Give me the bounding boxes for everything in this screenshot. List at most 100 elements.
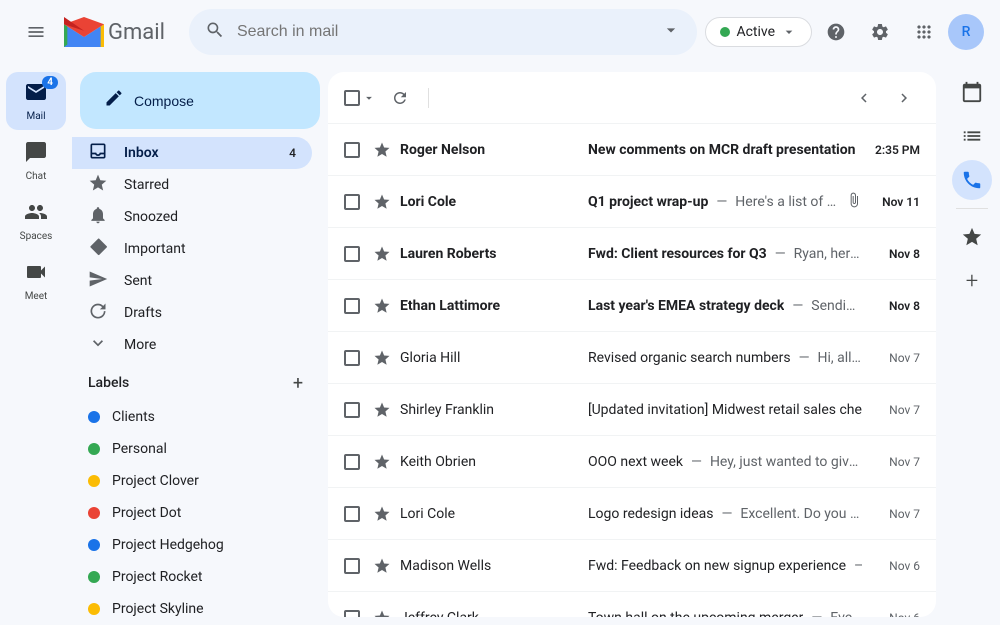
settings-button[interactable] bbox=[860, 12, 900, 52]
clients-dot bbox=[88, 411, 100, 423]
row-checkbox-area bbox=[344, 350, 364, 366]
labels-title: Labels bbox=[88, 375, 129, 391]
drafts-icon bbox=[88, 301, 108, 326]
label-personal[interactable]: Personal bbox=[72, 433, 312, 465]
row-checkbox[interactable] bbox=[344, 142, 360, 158]
row-sender: Gloria Hill bbox=[400, 350, 580, 366]
row-subject: Logo redesign ideas bbox=[588, 506, 713, 522]
sidebar-item-meet[interactable]: Meet bbox=[6, 252, 66, 310]
add-label-button[interactable]: + bbox=[284, 369, 312, 397]
row-star[interactable] bbox=[372, 505, 392, 523]
email-row[interactable]: Gloria Hill Revised organic search numbe… bbox=[328, 332, 936, 384]
row-checkbox[interactable] bbox=[344, 506, 360, 522]
refresh-button[interactable] bbox=[384, 82, 416, 114]
row-meta: Nov 7 bbox=[870, 403, 920, 417]
project-rocket-dot bbox=[88, 571, 100, 583]
email-list-container: Roger Nelson New comments on MCR draft p… bbox=[328, 72, 936, 617]
row-checkbox[interactable] bbox=[344, 194, 360, 210]
row-checkbox-area bbox=[344, 610, 364, 618]
nav-sent[interactable]: Sent bbox=[72, 265, 312, 297]
label-project-dot[interactable]: Project Dot bbox=[72, 497, 312, 529]
label-project-rocket[interactable]: Project Rocket bbox=[72, 561, 312, 593]
row-timestamp: Nov 6 bbox=[870, 559, 920, 573]
topbar: Gmail Active R bbox=[0, 0, 1000, 64]
email-row[interactable]: Jeffrey Clark Town hall on the upcoming … bbox=[328, 592, 936, 617]
row-star[interactable] bbox=[372, 193, 392, 211]
avatar[interactable]: R bbox=[948, 14, 984, 50]
row-meta: Nov 11 bbox=[846, 192, 920, 212]
mail-nav-label: Mail bbox=[26, 111, 45, 122]
sidebar-item-chat[interactable]: Chat bbox=[6, 132, 66, 190]
email-row[interactable]: Madison Wells Fwd: Feedback on new signu… bbox=[328, 540, 936, 592]
email-row[interactable]: Shirley Franklin [Updated invitation] Mi… bbox=[328, 384, 936, 436]
row-content: New comments on MCR draft presentation —… bbox=[588, 142, 862, 158]
nav-starred[interactable]: Starred bbox=[72, 169, 312, 201]
prev-page-button[interactable] bbox=[848, 82, 880, 114]
row-checkbox[interactable] bbox=[344, 298, 360, 314]
row-timestamp: Nov 8 bbox=[870, 247, 920, 261]
row-star[interactable] bbox=[372, 349, 392, 367]
row-timestamp: Nov 7 bbox=[870, 351, 920, 365]
row-checkbox[interactable] bbox=[344, 350, 360, 366]
row-star[interactable] bbox=[372, 297, 392, 315]
keep-button[interactable] bbox=[952, 217, 992, 257]
select-checkbox[interactable] bbox=[344, 90, 360, 106]
nav-inbox[interactable]: Inbox 4 bbox=[72, 137, 312, 169]
row-star[interactable] bbox=[372, 141, 392, 159]
active-dot bbox=[720, 27, 730, 37]
select-all-checkbox[interactable] bbox=[344, 82, 376, 114]
tasks-button[interactable] bbox=[952, 116, 992, 156]
row-checkbox[interactable] bbox=[344, 454, 360, 470]
row-snippet: Hey, just wanted to give you a heads up … bbox=[710, 454, 862, 470]
row-snippet: Hi, all–the table below contains the rev… bbox=[818, 350, 863, 366]
row-content: [Updated invitation] Midwest retail sale… bbox=[588, 402, 862, 418]
nav-important[interactable]: Important bbox=[72, 233, 312, 265]
sidebar-item-mail[interactable]: 4 Mail bbox=[6, 72, 66, 130]
help-button[interactable] bbox=[816, 12, 856, 52]
nav-drafts[interactable]: Drafts bbox=[72, 297, 312, 329]
project-dot-label: Project Dot bbox=[112, 505, 181, 521]
clients-label: Clients bbox=[112, 409, 155, 425]
label-project-hedgehog[interactable]: Project Hedgehog bbox=[72, 529, 312, 561]
row-snippet: Sending this out to anyone who missed… bbox=[811, 298, 862, 314]
row-timestamp: Nov 7 bbox=[870, 403, 920, 417]
snoozed-label: Snoozed bbox=[124, 209, 178, 225]
apps-button[interactable] bbox=[904, 12, 944, 52]
search-dropdown-icon[interactable] bbox=[661, 20, 681, 44]
compose-button[interactable]: Compose bbox=[80, 72, 320, 129]
row-checkbox[interactable] bbox=[344, 558, 360, 574]
row-checkbox[interactable] bbox=[344, 610, 360, 618]
search-input[interactable] bbox=[237, 23, 649, 41]
row-star[interactable] bbox=[372, 401, 392, 419]
email-row[interactable]: Lauren Roberts Fwd: Client resources for… bbox=[328, 228, 936, 280]
row-star[interactable] bbox=[372, 245, 392, 263]
email-row[interactable]: Ethan Lattimore Last year's EMEA strateg… bbox=[328, 280, 936, 332]
more-apps-button[interactable]: + bbox=[952, 261, 992, 301]
row-star[interactable] bbox=[372, 557, 392, 575]
label-clients[interactable]: Clients bbox=[72, 401, 312, 433]
more-label: More bbox=[124, 337, 156, 353]
row-content: Town hall on the upcoming merger — Every… bbox=[588, 610, 862, 618]
labels-header: Labels + bbox=[72, 361, 328, 401]
label-project-clover[interactable]: Project Clover bbox=[72, 465, 312, 497]
row-checkbox[interactable] bbox=[344, 402, 360, 418]
email-row[interactable]: Keith Obrien OOO next week — Hey, just w… bbox=[328, 436, 936, 488]
email-row[interactable]: Lori Cole Q1 project wrap-up — Here's a … bbox=[328, 176, 936, 228]
active-status-button[interactable]: Active bbox=[705, 17, 812, 47]
row-star[interactable] bbox=[372, 609, 392, 618]
email-row[interactable]: Lori Cole Logo redesign ideas — Excellen… bbox=[328, 488, 936, 540]
calendar-button[interactable] bbox=[952, 72, 992, 112]
row-sender: Ethan Lattimore bbox=[400, 298, 580, 314]
row-star[interactable] bbox=[372, 453, 392, 471]
nav-more[interactable]: More bbox=[72, 329, 312, 361]
row-checkbox[interactable] bbox=[344, 246, 360, 262]
label-project-skyline[interactable]: Project Skyline bbox=[72, 593, 312, 625]
contacts-button[interactable] bbox=[952, 160, 992, 200]
row-meta: Nov 6 bbox=[870, 611, 920, 618]
menu-button[interactable] bbox=[16, 12, 56, 52]
nav-snoozed[interactable]: Snoozed bbox=[72, 201, 312, 233]
sidebar-item-spaces[interactable]: Spaces bbox=[6, 192, 66, 250]
email-row[interactable]: Roger Nelson New comments on MCR draft p… bbox=[328, 124, 936, 176]
next-page-button[interactable] bbox=[888, 82, 920, 114]
row-checkbox-area bbox=[344, 558, 364, 574]
